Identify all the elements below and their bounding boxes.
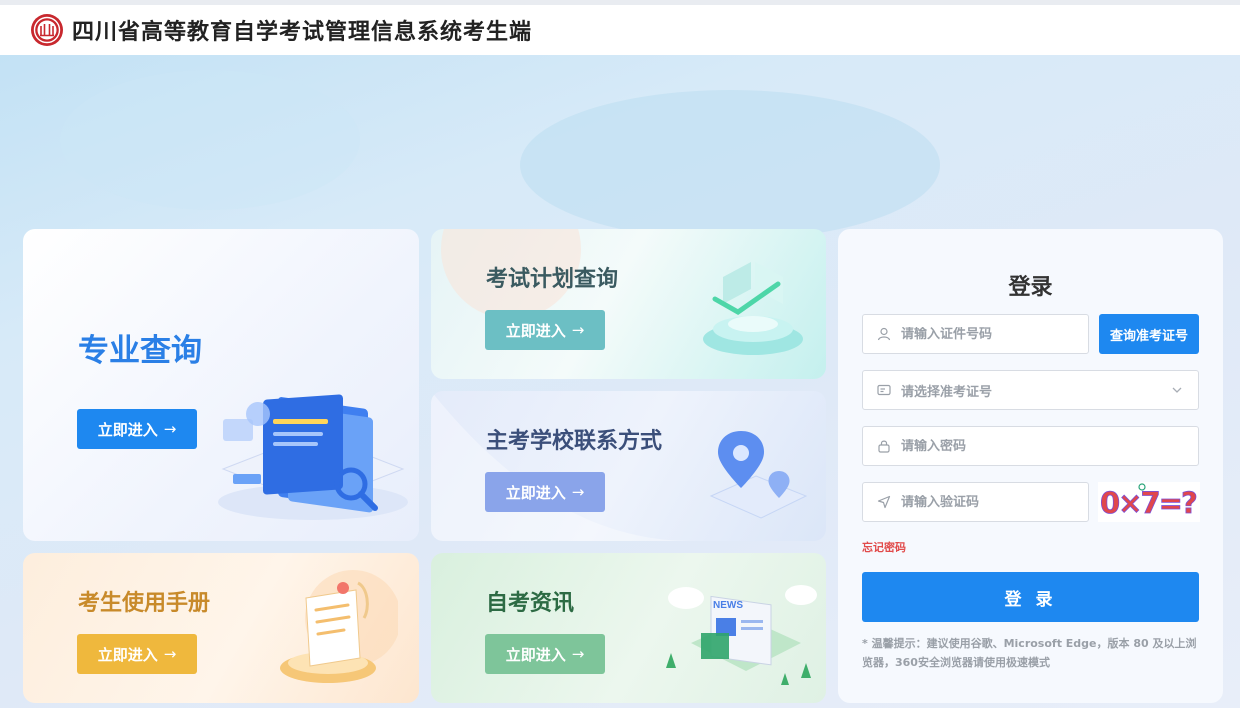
password-field[interactable] bbox=[862, 426, 1199, 466]
school-enter-button[interactable]: 立即进入 → bbox=[485, 472, 605, 512]
captcha-text: 0×7=? bbox=[1100, 486, 1196, 520]
card-major-query[interactable]: 专业查询 立即进入 → bbox=[23, 229, 419, 541]
site-header: 四川省高等教育自学考试管理信息系统考生端 bbox=[0, 5, 1240, 55]
forgot-password-link[interactable]: 忘记密码 bbox=[862, 539, 906, 555]
major-enter-button[interactable]: 立即进入 → bbox=[77, 409, 197, 449]
login-submit-button[interactable]: 登 录 bbox=[862, 572, 1199, 622]
open-book-illustration bbox=[703, 262, 803, 355]
id-card-icon bbox=[877, 384, 891, 396]
scroll-document-illustration bbox=[280, 570, 398, 683]
card-handbook[interactable]: 考生使用手册 立即进入 → bbox=[23, 553, 419, 703]
site-title: 四川省高等教育自学考试管理信息系统考生端 bbox=[72, 20, 533, 45]
user-icon bbox=[877, 327, 891, 341]
id-number-field[interactable] bbox=[862, 314, 1089, 354]
handbook-enter-button[interactable]: 立即进入 → bbox=[77, 634, 197, 674]
login-panel: 登录 查询准考证号 请选择准考证号 0×7=? bbox=[838, 229, 1223, 703]
ticket-select-placeholder: 请选择准考证号 bbox=[901, 384, 993, 400]
query-ticket-button[interactable]: 查询准考证号 bbox=[1099, 314, 1199, 354]
card-title: 主考学校联系方式 bbox=[486, 429, 663, 454]
plan-enter-button[interactable]: 立即进入 → bbox=[485, 310, 605, 350]
card-title: 考试计划查询 bbox=[486, 267, 619, 292]
card-news[interactable]: 自考资讯 立即进入 → NEWS bbox=[431, 553, 826, 703]
map-pin-illustration bbox=[709, 431, 808, 519]
navigation-arrow-icon bbox=[877, 495, 891, 509]
university-seal-icon bbox=[31, 14, 63, 46]
chevron-down-icon bbox=[1172, 387, 1182, 393]
captcha-field[interactable] bbox=[862, 482, 1089, 522]
login-title: 登录 bbox=[1008, 275, 1053, 300]
captcha-input[interactable] bbox=[901, 494, 1088, 510]
card-school-contact[interactable]: 主考学校联系方式 立即进入 → bbox=[431, 391, 826, 541]
news-enter-button[interactable]: 立即进入 → bbox=[485, 634, 605, 674]
background-decoration bbox=[520, 90, 940, 240]
card-title: 自考资讯 bbox=[486, 591, 575, 616]
lock-icon bbox=[878, 440, 890, 453]
id-number-input[interactable] bbox=[901, 326, 1088, 342]
background-decoration bbox=[60, 70, 360, 210]
browser-tip: * 温馨提示：建议使用谷歌、Microsoft Edge，版本 80 及以上浏览… bbox=[862, 637, 1197, 669]
captcha-image[interactable]: 0×7=? bbox=[1098, 482, 1200, 522]
ticket-select[interactable]: 请选择准考证号 bbox=[862, 370, 1199, 410]
card-title: 考生使用手册 bbox=[78, 591, 211, 616]
card-exam-plan[interactable]: 考试计划查询 立即进入 → bbox=[431, 229, 826, 379]
password-input[interactable] bbox=[901, 438, 1198, 454]
newspaper-illustration: NEWS bbox=[666, 585, 817, 685]
card-title: 专业查询 bbox=[78, 333, 202, 369]
svg-text:NEWS: NEWS bbox=[713, 600, 743, 611]
document-search-illustration bbox=[218, 394, 408, 520]
